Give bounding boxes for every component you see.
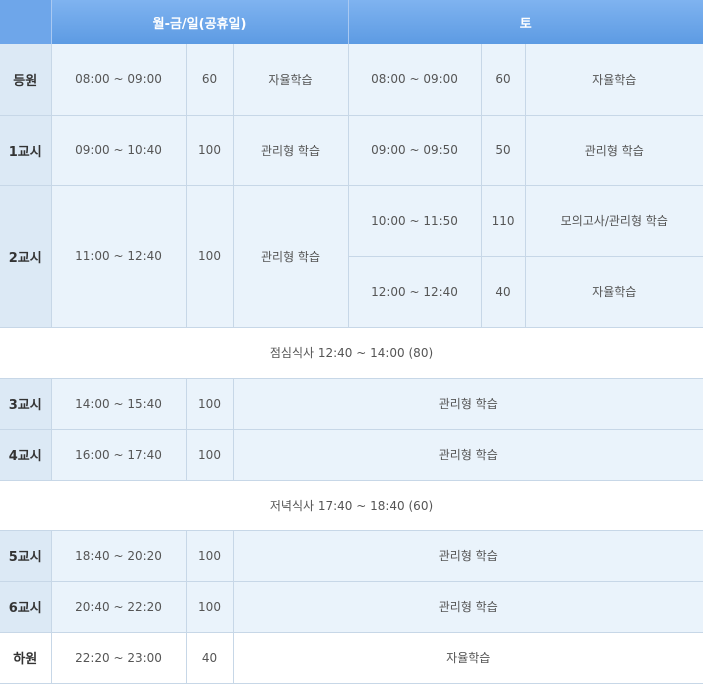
- saturday-minutes: 40: [481, 256, 526, 328]
- period-activity: 관리형 학습: [233, 581, 703, 633]
- meal-break-row: 저녁식사 17:40 ~ 18:40 (60): [0, 480, 703, 531]
- saturday-activity: 자율학습: [525, 44, 703, 116]
- saturday-minutes: 50: [481, 115, 526, 186]
- saturday-activity: 모의고사/관리형 학습: [525, 185, 703, 257]
- period-label: 3교시: [0, 378, 52, 430]
- table-row: 6교시 20:40 ~ 22:20 100 관리형 학습: [0, 581, 703, 633]
- period-time: 22:20 ~ 23:00: [51, 632, 187, 684]
- saturday-time: 08:00 ~ 09:00: [348, 44, 482, 116]
- period-label: 5교시: [0, 530, 52, 582]
- meal-break-row: 점심식사 12:40 ~ 14:00 (80): [0, 327, 703, 379]
- weekday-minutes: 60: [186, 44, 234, 116]
- period-activity: 자율학습: [233, 632, 703, 684]
- saturday-time: 12:00 ~ 12:40: [348, 256, 482, 328]
- saturday-minutes: 60: [481, 44, 526, 116]
- period-time: 16:00 ~ 17:40: [51, 429, 187, 481]
- period-activity: 관리형 학습: [233, 530, 703, 582]
- saturday-activity: 관리형 학습: [525, 115, 703, 186]
- header-saturday: 토: [348, 0, 703, 44]
- weekday-minutes: 100: [186, 115, 234, 186]
- weekday-time: 11:00 ~ 12:40: [51, 185, 187, 328]
- period-label: 6교시: [0, 581, 52, 633]
- weekday-minutes: 100: [186, 185, 234, 328]
- period-activity: 관리형 학습: [233, 378, 703, 430]
- weekday-time: 09:00 ~ 10:40: [51, 115, 187, 186]
- weekday-activity: 자율학습: [233, 44, 349, 116]
- period-label: 1교시: [0, 115, 52, 186]
- saturday-minutes: 110: [481, 185, 526, 257]
- table-row: 하원 22:20 ~ 23:00 40 자율학습: [0, 632, 703, 684]
- saturday-time: 10:00 ~ 11:50: [348, 185, 482, 257]
- period-label: 하원: [0, 632, 52, 684]
- schedule-table: 월-금/일(공휴일) 토 등원 08:00 ~ 09:00 60 자율학습 08…: [0, 0, 703, 684]
- period-minutes: 100: [186, 581, 234, 633]
- table-row: 3교시 14:00 ~ 15:40 100 관리형 학습: [0, 378, 703, 430]
- table-row: 등원 08:00 ~ 09:00 60 자율학습 08:00 ~ 09:00 6…: [0, 44, 703, 116]
- header-row: 월-금/일(공휴일) 토: [0, 0, 703, 44]
- saturday-activity: 자율학습: [525, 256, 703, 328]
- period-minutes: 100: [186, 530, 234, 582]
- table-row: 1교시 09:00 ~ 10:40 100 관리형 학습 09:00 ~ 09:…: [0, 115, 703, 186]
- table-row: 2교시 11:00 ~ 12:40 100 관리형 학습 10:00 ~ 11:…: [0, 185, 703, 328]
- weekday-activity: 관리형 학습: [233, 185, 349, 328]
- period-minutes: 40: [186, 632, 234, 684]
- header-weekday: 월-금/일(공휴일): [51, 0, 349, 44]
- period-label: 2교시: [0, 185, 52, 328]
- period-minutes: 100: [186, 429, 234, 481]
- header-label-cell: [0, 0, 52, 44]
- table-row: 4교시 16:00 ~ 17:40 100 관리형 학습: [0, 429, 703, 481]
- lunch-break: 점심식사 12:40 ~ 14:00 (80): [0, 327, 703, 379]
- weekday-time: 08:00 ~ 09:00: [51, 44, 187, 116]
- period-label: 등원: [0, 44, 52, 116]
- period-activity: 관리형 학습: [233, 429, 703, 481]
- dinner-break: 저녁식사 17:40 ~ 18:40 (60): [0, 480, 703, 531]
- period-time: 14:00 ~ 15:40: [51, 378, 187, 430]
- table-row: 5교시 18:40 ~ 20:20 100 관리형 학습: [0, 530, 703, 582]
- period-minutes: 100: [186, 378, 234, 430]
- weekday-activity: 관리형 학습: [233, 115, 349, 186]
- saturday-time: 09:00 ~ 09:50: [348, 115, 482, 186]
- period-time: 18:40 ~ 20:20: [51, 530, 187, 582]
- period-time: 20:40 ~ 22:20: [51, 581, 187, 633]
- period-label: 4교시: [0, 429, 52, 481]
